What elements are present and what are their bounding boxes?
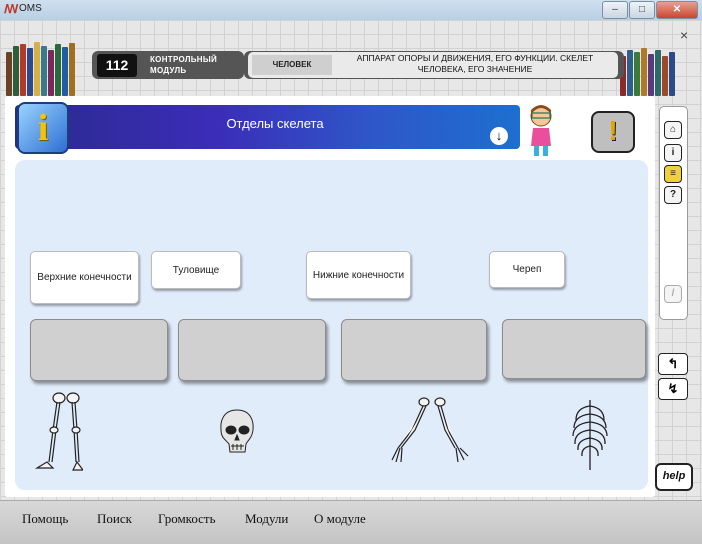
info-icon: i <box>37 107 49 149</box>
minimize-button[interactable]: – <box>602 1 628 19</box>
info-button[interactable]: i <box>17 102 69 154</box>
disabled-pencil-icon: / <box>664 285 682 303</box>
mascot-girl-icon <box>530 105 552 156</box>
arrow-down-icon[interactable]: ↓ <box>490 127 508 145</box>
topic-tag: ЧЕЛОВЕК <box>252 55 332 75</box>
app-icon: ꟿ <box>4 2 19 16</box>
module-label: КОНТРОЛЬНЫЙ МОДУЛЬ <box>150 55 218 75</box>
drop-zone-2[interactable] <box>178 319 326 381</box>
leg-bones-image <box>34 392 83 471</box>
label-upper-limbs[interactable]: Верхние конечности <box>30 251 139 304</box>
label-lower-limbs[interactable]: Нижние конечности <box>306 251 411 299</box>
maximize-button[interactable]: □ <box>629 1 655 19</box>
topic-title: АППАРАТ ОПОРЫ И ДВИЖЕНИЯ, ЕГО ФУНКЦИИ. С… <box>356 53 594 74</box>
info-icon[interactable]: i <box>664 144 682 162</box>
bookshelf-right-decoration <box>620 42 675 96</box>
menu-volume[interactable]: Громкость <box>158 511 216 527</box>
arm-bones-image <box>391 397 469 463</box>
page-title: Отделы скелета <box>226 116 324 131</box>
module-number: 112 <box>97 54 137 77</box>
bookshelf-left-decoration <box>6 42 75 96</box>
window-titlebar: ꟿ OMS – □ ✕ <box>0 0 702 21</box>
close-button[interactable]: ✕ <box>656 1 698 19</box>
label-torso[interactable]: Туловище <box>151 251 241 289</box>
home-icon[interactable]: ⌂ <box>664 121 682 139</box>
ribcage-image <box>572 400 608 470</box>
question-icon[interactable]: ? <box>664 186 682 204</box>
exclamation-icon: ! <box>608 115 618 146</box>
forward-arrow-icon[interactable]: ↯ <box>658 378 688 400</box>
book-icon[interactable]: ≡ <box>664 165 682 183</box>
help-button[interactable]: help <box>655 463 693 491</box>
window-controls: – □ ✕ <box>602 1 698 19</box>
drop-zone-4[interactable] <box>502 319 646 379</box>
window-title: OMS <box>19 3 42 14</box>
drop-zone-3[interactable] <box>341 319 487 381</box>
inner-close-icon[interactable]: × <box>680 27 688 43</box>
menu-about[interactable]: О модуле <box>314 511 366 527</box>
drop-zone-1[interactable] <box>30 319 168 381</box>
hint-button[interactable]: ! <box>591 111 635 153</box>
menu-search[interactable]: Поиск <box>97 511 132 527</box>
skull-image <box>220 409 254 453</box>
back-arrow-icon[interactable]: ↰ <box>658 353 688 375</box>
label-skull[interactable]: Череп <box>489 251 565 288</box>
menu-modules[interactable]: Модули <box>245 511 288 527</box>
menu-help[interactable]: Помощь <box>22 511 68 527</box>
